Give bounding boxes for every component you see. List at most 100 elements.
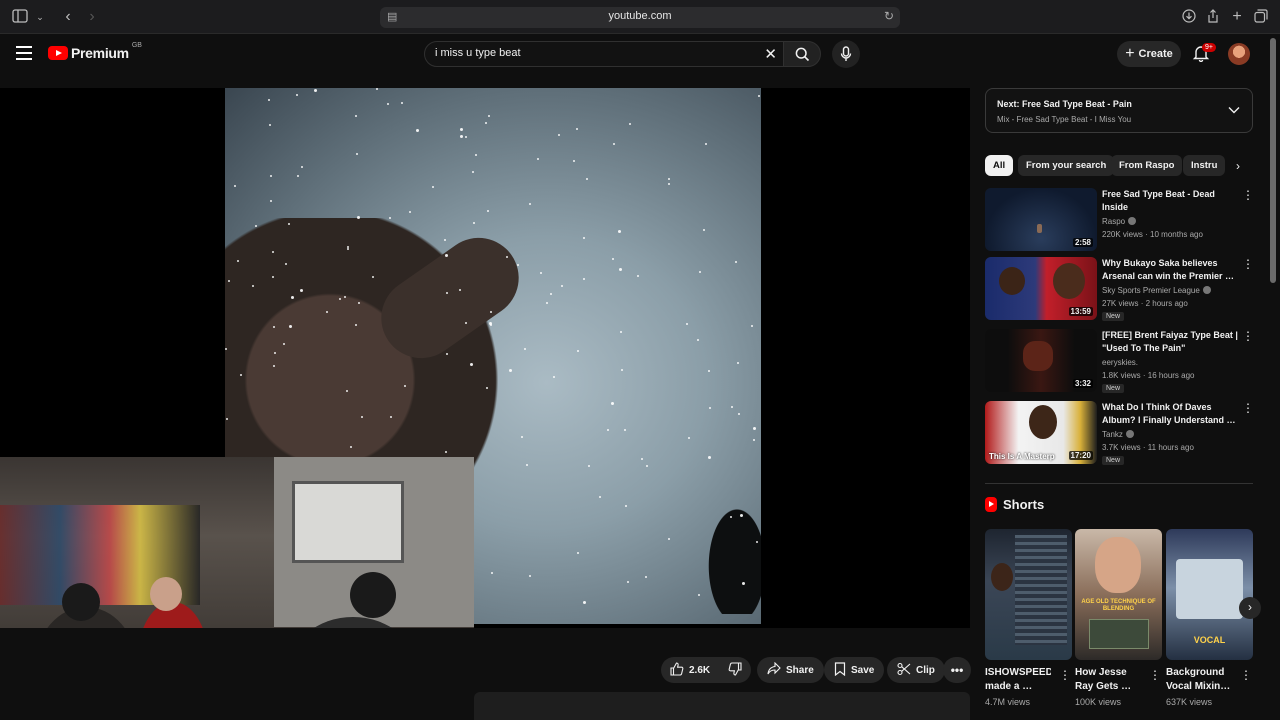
create-button[interactable]: + Create bbox=[1117, 41, 1181, 67]
sidebar-toggle-icon[interactable] bbox=[12, 9, 28, 25]
share-label: Share bbox=[786, 664, 814, 676]
share-arrow-icon bbox=[767, 661, 781, 678]
more-vertical-icon[interactable]: ⋮ bbox=[1059, 669, 1071, 681]
channel-name[interactable]: eeryskies. bbox=[1102, 358, 1138, 367]
more-vertical-icon[interactable]: ⋮ bbox=[1149, 669, 1161, 681]
star-dot bbox=[255, 225, 257, 227]
star-dot bbox=[314, 89, 317, 92]
create-label: Create bbox=[1138, 48, 1173, 60]
star-dot bbox=[751, 325, 753, 327]
star-dot bbox=[346, 390, 348, 392]
star-dot bbox=[731, 406, 733, 408]
video-meta: 220K views · 10 months ago bbox=[1102, 230, 1203, 239]
short-thumbnail[interactable] bbox=[985, 529, 1072, 660]
more-actions-button[interactable]: ••• bbox=[943, 657, 971, 683]
list-item[interactable]: 3:32 [FREE] Brent Faiyaz Type Beat | "Us… bbox=[985, 329, 1254, 393]
url-text: youtube.com bbox=[608, 10, 672, 22]
clip-button[interactable]: Clip bbox=[887, 657, 945, 683]
youtube-logo[interactable]: Premium GB bbox=[48, 42, 142, 61]
reload-icon[interactable]: ↻ bbox=[884, 9, 894, 23]
more-vertical-icon[interactable]: ⋮ bbox=[1242, 258, 1254, 270]
short-item[interactable]: AGE OLD TECHNIQUE OF BLENDING How Jesse … bbox=[1075, 529, 1162, 707]
chips-next-icon[interactable]: › bbox=[1228, 155, 1248, 177]
video-thumbnail[interactable]: 2:58 bbox=[985, 188, 1097, 251]
star-dot bbox=[753, 439, 755, 441]
star-dot bbox=[357, 216, 360, 219]
video-thumbnail[interactable]: This Is A Masterp 17:20 bbox=[985, 401, 1097, 464]
search-input[interactable]: i miss u type beat ✕ bbox=[424, 41, 784, 67]
save-button[interactable]: Save bbox=[824, 657, 885, 683]
video-duration: 2:58 bbox=[1072, 238, 1093, 247]
short-thumbnail-mixer bbox=[1089, 619, 1149, 649]
list-item[interactable]: 2:58 Free Sad Type Beat - Dead Inside Ra… bbox=[985, 188, 1254, 252]
more-vertical-icon[interactable]: ⋮ bbox=[1242, 330, 1254, 342]
channel-name[interactable]: Raspo bbox=[1102, 217, 1137, 226]
short-item[interactable]: VOCAL Background Vocal Mixin… 637K views… bbox=[1166, 529, 1253, 707]
video-title[interactable]: What Do I Think Of Daves Album? I Finall… bbox=[1102, 401, 1240, 427]
tabs-overview-icon[interactable] bbox=[1253, 9, 1269, 25]
more-vertical-icon[interactable]: ⋮ bbox=[1242, 189, 1254, 201]
star-dot bbox=[401, 102, 403, 104]
star-dot bbox=[390, 416, 392, 418]
menu-icon[interactable] bbox=[16, 46, 32, 60]
video-thumbnail[interactable]: 13:59 bbox=[985, 257, 1097, 320]
star-dot bbox=[618, 230, 621, 233]
more-vertical-icon[interactable]: ⋮ bbox=[1240, 669, 1252, 681]
thumbs-up-icon[interactable] bbox=[670, 661, 684, 679]
list-item[interactable]: 13:59 Why Bukayo Saka believes Arsenal c… bbox=[985, 257, 1254, 321]
microphone-icon bbox=[840, 46, 852, 61]
chevron-down-icon[interactable]: ⌄ bbox=[32, 9, 48, 25]
shorts-next-icon[interactable]: › bbox=[1239, 597, 1261, 619]
up-next-card[interactable]: Next: Free Sad Type Beat - Pain Mix - Fr… bbox=[985, 88, 1253, 133]
star-dot bbox=[742, 582, 745, 585]
share-button[interactable]: Share bbox=[757, 657, 824, 683]
chip-instrumental[interactable]: Instru bbox=[1183, 155, 1226, 176]
voice-search-button[interactable] bbox=[832, 40, 860, 68]
chevron-down-icon[interactable] bbox=[1228, 103, 1240, 117]
short-views: 637K views bbox=[1166, 697, 1213, 707]
more-vertical-icon[interactable]: ⋮ bbox=[1242, 402, 1254, 414]
up-next-prefix: Next: bbox=[997, 99, 1020, 109]
back-icon[interactable]: ‹ bbox=[60, 9, 76, 25]
star-dot bbox=[738, 413, 740, 415]
new-tab-icon[interactable]: + bbox=[1229, 9, 1245, 25]
star-dot bbox=[645, 576, 647, 578]
search-button[interactable] bbox=[783, 41, 821, 67]
video-player[interactable] bbox=[0, 88, 970, 628]
star-dot bbox=[619, 268, 622, 271]
account-avatar[interactable] bbox=[1228, 43, 1250, 65]
short-title[interactable]: ISHOWSPEED made a … bbox=[985, 666, 1051, 694]
short-thumbnail[interactable]: AGE OLD TECHNIQUE OF BLENDING bbox=[1075, 529, 1162, 660]
star-dot bbox=[646, 465, 648, 467]
video-title[interactable]: Why Bukayo Saka believes Arsenal can win… bbox=[1102, 257, 1240, 283]
star-dot bbox=[475, 154, 477, 156]
address-bar[interactable]: ▤ youtube.com ↻ bbox=[380, 7, 900, 28]
download-icon[interactable] bbox=[1181, 9, 1197, 25]
short-item[interactable]: ISHOWSPEED made a … 4.7M views ⋮ bbox=[985, 529, 1072, 707]
video-title[interactable]: [FREE] Brent Faiyaz Type Beat | "Used To… bbox=[1102, 329, 1240, 355]
thumbs-down-icon[interactable] bbox=[728, 661, 742, 679]
like-count[interactable]: 2.6K bbox=[689, 665, 710, 676]
star-dot bbox=[285, 263, 287, 265]
star-dot bbox=[558, 134, 560, 136]
chip-from-your-search[interactable]: From your search bbox=[1018, 155, 1115, 176]
channel-name[interactable]: Sky Sports Premier League bbox=[1102, 286, 1211, 295]
star-dot bbox=[517, 264, 519, 266]
channel-name[interactable]: Tankz bbox=[1102, 430, 1134, 439]
video-title[interactable]: Free Sad Type Beat - Dead Inside bbox=[1102, 188, 1240, 214]
short-thumbnail-plugin bbox=[1176, 559, 1243, 619]
forward-icon[interactable]: › bbox=[84, 9, 100, 25]
clear-search-icon[interactable]: ✕ bbox=[764, 45, 777, 63]
list-item[interactable]: This Is A Masterp 17:20 What Do I Think … bbox=[985, 401, 1254, 465]
page-scrollbar[interactable] bbox=[1270, 38, 1276, 283]
short-title[interactable]: How Jesse Ray Gets … bbox=[1075, 666, 1141, 694]
star-dot bbox=[688, 437, 690, 439]
star-dot bbox=[583, 601, 586, 604]
chip-from-raspo[interactable]: From Raspo bbox=[1111, 155, 1183, 176]
share-icon[interactable] bbox=[1205, 9, 1221, 25]
video-thumbnail[interactable]: 3:32 bbox=[985, 329, 1097, 392]
short-title[interactable]: Background Vocal Mixin… bbox=[1166, 666, 1232, 694]
short-thumbnail[interactable]: VOCAL bbox=[1166, 529, 1253, 660]
chip-all[interactable]: All bbox=[985, 155, 1014, 176]
star-dot bbox=[300, 289, 303, 292]
